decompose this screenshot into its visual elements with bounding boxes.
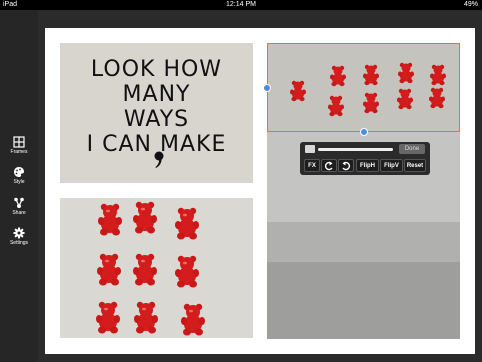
rotate-right-button[interactable] (338, 159, 354, 172)
resize-handle-left[interactable] (263, 84, 271, 92)
flip-vertical-button[interactable]: FlipV (380, 159, 403, 172)
sidebar-item-label: Frames (10, 149, 28, 155)
rotate-right-icon (342, 161, 351, 171)
frames-grid-icon (13, 136, 25, 148)
sidebar-item-style[interactable]: Style (0, 166, 38, 185)
clock: 12:14 PM (226, 1, 256, 8)
share-icon (14, 197, 24, 208)
reset-button[interactable]: Reset (404, 159, 426, 172)
background-floor (267, 262, 460, 339)
collage-cell-bears-row[interactable] (267, 43, 460, 339)
sidebar-item-share[interactable]: Share (0, 197, 38, 216)
sidebar-item-settings[interactable]: Settings (0, 227, 38, 246)
sidebar-item-label: Style (13, 179, 25, 185)
background-wall-lower (267, 222, 460, 262)
rotate-left-button[interactable] (321, 159, 337, 172)
gummy-bears-grid-image (96, 201, 205, 336)
collage-cell-bears-grid[interactable] (60, 198, 253, 338)
gear-icon (13, 227, 25, 239)
sidebar-item-label: Share (12, 210, 26, 216)
image-adjust-icon[interactable] (305, 145, 315, 153)
selected-photo-area[interactable] (267, 43, 460, 132)
resize-handle-bottom[interactable] (360, 128, 368, 136)
battery-level: 49% (463, 1, 478, 8)
sidebar-item-frames[interactable]: Frames (0, 136, 38, 155)
collage-canvas: LOOK HOW MANY WAYS I CAN MAKE (45, 28, 475, 354)
collage-cell-text-photo[interactable]: LOOK HOW MANY WAYS I CAN MAKE (60, 43, 253, 183)
photo-edit-toolbar: Done FX FlipH FlipV Reset (300, 142, 430, 175)
fx-button[interactable]: FX (304, 159, 320, 172)
sidebar-item-label: Settings (9, 240, 29, 246)
adjust-slider[interactable] (318, 148, 393, 151)
palette-icon (14, 167, 24, 177)
comma-mark (154, 151, 164, 168)
photo-text-line: WAYS (123, 107, 190, 132)
sidebar: Frames Style Share Settings (0, 10, 38, 362)
photo-text-line: LOOK HOW MANY (90, 57, 223, 107)
done-button[interactable]: Done (399, 144, 425, 154)
gummy-bears-row-image (290, 62, 446, 117)
photo-text: LOOK HOW MANY WAYS I CAN MAKE (60, 57, 253, 157)
rotate-left-icon (324, 161, 333, 171)
flip-horizontal-button[interactable]: FlipH (356, 159, 379, 172)
status-bar: iPad 12:14 PM 49% (0, 0, 482, 10)
